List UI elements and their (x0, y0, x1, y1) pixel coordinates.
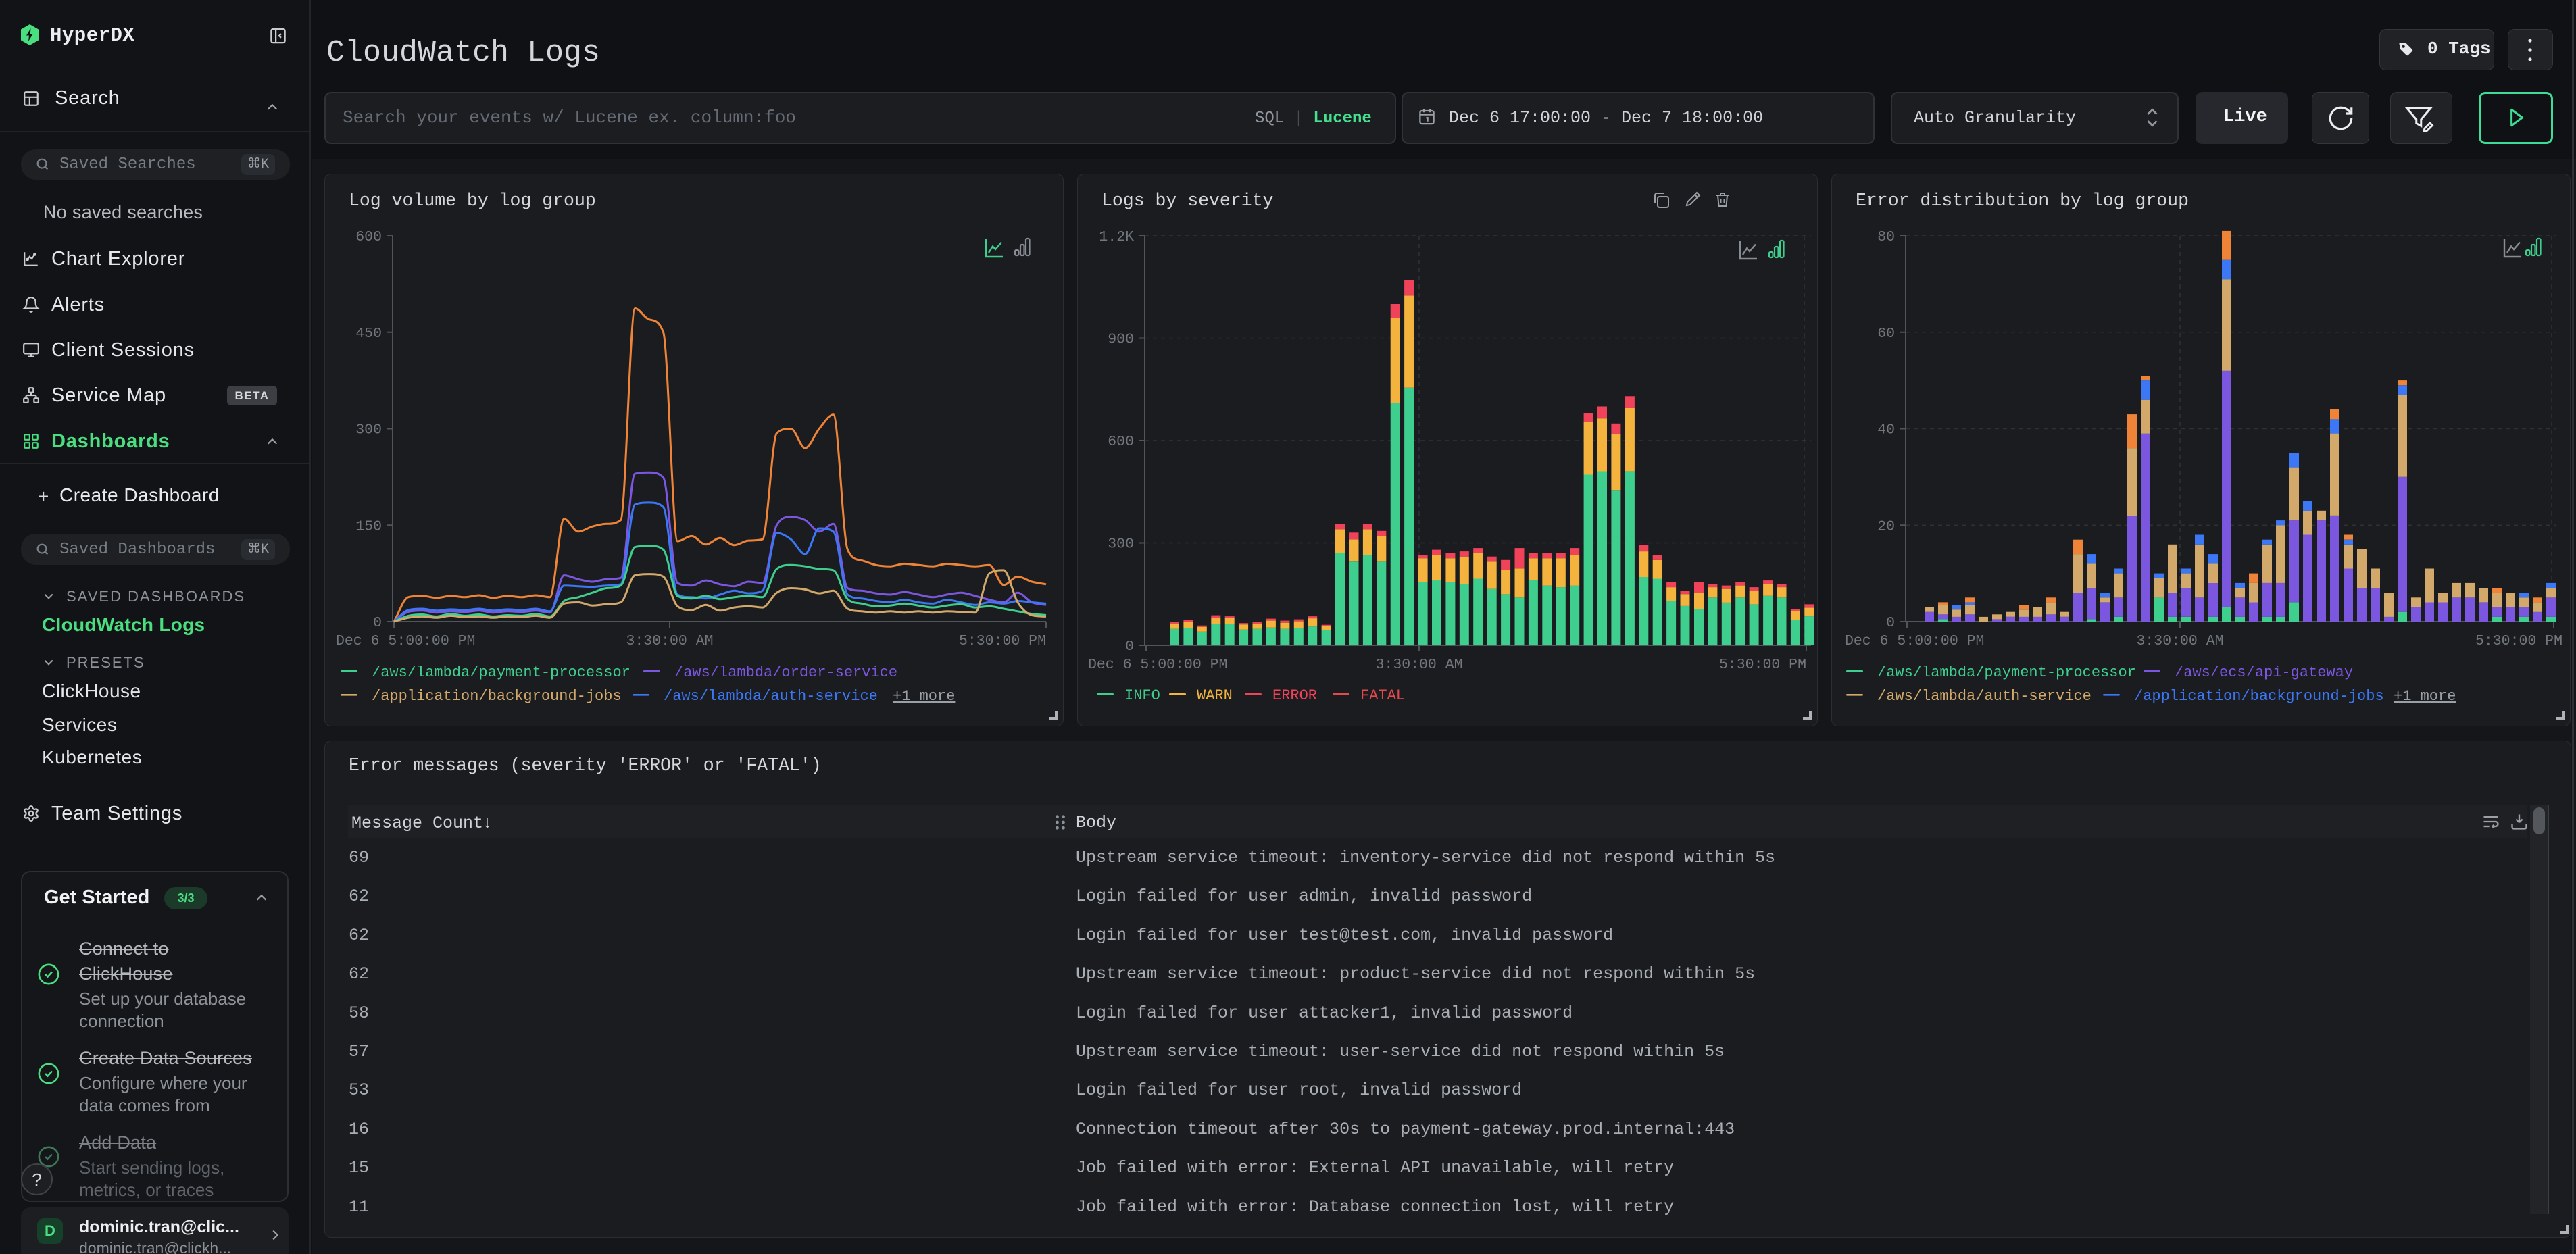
svg-text:1.2K: 1.2K (1099, 229, 1134, 245)
svg-text:WARN: WARN (1197, 687, 1233, 704)
svg-text:Error distribution by log grou: Error distribution by log group (1856, 191, 2189, 211)
svg-text:0: 0 (373, 615, 382, 631)
svg-text:Logs by severity: Logs by severity (1101, 191, 1274, 211)
svg-text:/aws/lambda/auth-service: /aws/lambda/auth-service (664, 688, 878, 705)
svg-text:60: 60 (1877, 326, 1895, 342)
svg-text:600: 600 (355, 229, 382, 245)
svg-text:/aws/lambda/payment-processor: /aws/lambda/payment-processor (1877, 664, 2136, 681)
svg-text:900: 900 (1108, 332, 1134, 348)
svg-text:/aws/lambda/auth-service: /aws/lambda/auth-service (1877, 688, 2091, 705)
svg-text:450: 450 (355, 326, 382, 342)
svg-text:ERROR: ERROR (1272, 687, 1317, 704)
svg-text:3:30:00 AM: 3:30:00 AM (1375, 657, 1462, 673)
svg-text:INFO: INFO (1124, 687, 1160, 704)
svg-text:3:30:00 AM: 3:30:00 AM (626, 633, 713, 649)
svg-text:/aws/ecs/api-gateway: /aws/ecs/api-gateway (2175, 664, 2353, 681)
svg-text:Dec 6 5:00:00 PM: Dec 6 5:00:00 PM (1088, 657, 1227, 673)
svg-text:0: 0 (1886, 615, 1895, 631)
svg-text:80: 80 (1877, 229, 1895, 245)
svg-text:FATAL: FATAL (1360, 687, 1405, 704)
svg-text:5:30:00 PM: 5:30:00 PM (2475, 633, 2562, 649)
svg-text:Dec 6 5:00:00 PM: Dec 6 5:00:00 PM (336, 633, 475, 649)
svg-text:600: 600 (1108, 434, 1134, 450)
svg-text:5:30:00 PM: 5:30:00 PM (959, 633, 1046, 649)
svg-text:150: 150 (355, 518, 382, 534)
svg-text:40: 40 (1877, 422, 1895, 438)
svg-text:20: 20 (1877, 518, 1895, 534)
svg-text:300: 300 (1108, 536, 1134, 553)
svg-text:+1 more: +1 more (2394, 688, 2456, 705)
svg-text:/application/background-jobs: /application/background-jobs (372, 688, 622, 705)
svg-text:5:30:00 PM: 5:30:00 PM (1719, 657, 1806, 673)
svg-text:/application/background-jobs: /application/background-jobs (2134, 688, 2384, 705)
svg-text:3:30:00 AM: 3:30:00 AM (2136, 633, 2223, 649)
svg-text:300: 300 (355, 422, 382, 438)
svg-text:/aws/lambda/payment-processor: /aws/lambda/payment-processor (372, 664, 630, 681)
svg-text:+1 more: +1 more (893, 688, 955, 705)
svg-text:0: 0 (1125, 638, 1134, 655)
svg-text:Log volume by log group: Log volume by log group (349, 191, 596, 211)
svg-text:Dec 6 5:00:00 PM: Dec 6 5:00:00 PM (1845, 633, 1984, 649)
svg-text:/aws/lambda/order-service: /aws/lambda/order-service (674, 664, 897, 681)
